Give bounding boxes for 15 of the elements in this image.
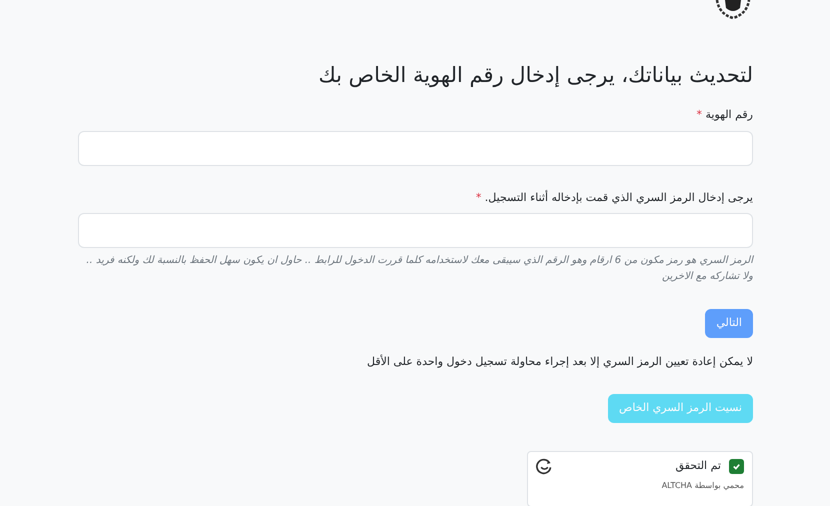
field-label: رقم الهوية * bbox=[695, 107, 753, 124]
help-text: الرمز السري هو رمز مكون من 6 ارقام وهو الرقم الذي سيبقى معك لاستخدامه كلما قررت الدخول للرابط .. حاول ان يكون سهل الحفظ بالنسبة لك ولكنه فريد .. ولا تشاركه مع الاخرين bbox=[85, 254, 753, 284]
required-mark: * bbox=[696, 108, 702, 122]
field-label: يرجى إدخال الرمز السري الذي قمت بإدخاله أثناء التسجيل. * bbox=[474, 190, 753, 206]
input-field[interactable] bbox=[78, 130, 753, 166]
captcha-footer: محمي بواسطة ALTCHA bbox=[536, 480, 744, 492]
check-icon bbox=[732, 462, 741, 471]
captcha-logo-icon bbox=[536, 458, 553, 475]
captcha-label: تم التحقق bbox=[676, 458, 721, 474]
captcha-checkbox[interactable] bbox=[729, 458, 744, 474]
required-mark: * bbox=[476, 190, 482, 204]
input-field[interactable] bbox=[78, 213, 753, 248]
page-heading: لتحديث بياناتك، يرجى إدخال رقم الهوية الخاص بك bbox=[317, 63, 753, 88]
emblem-logo bbox=[713, 0, 753, 19]
reset-note: لا يمكن إعادة تعيين الرمز السري إلا بعد إجراء محاولة تسجيل دخول واحدة على الأقل bbox=[366, 354, 753, 370]
